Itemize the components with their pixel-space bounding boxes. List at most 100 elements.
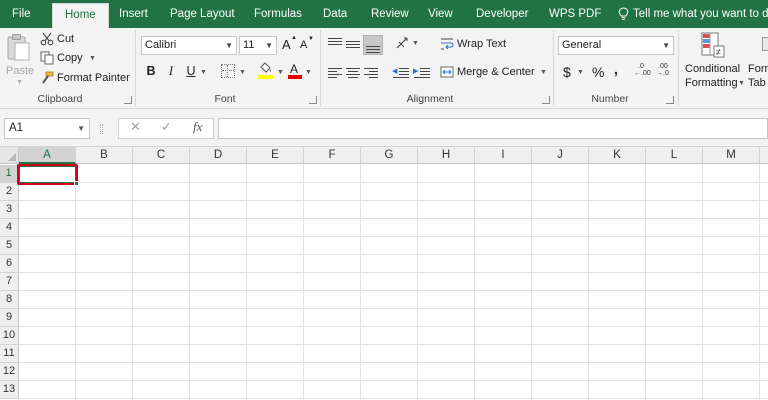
font-color-button[interactable]: A [288,62,302,80]
row-header-13[interactable]: 13 [0,381,19,399]
column-header-e[interactable]: E [247,147,304,164]
clipboard-dialog-launcher[interactable] [124,96,132,104]
spreadsheet-grid[interactable]: A B C D E F G H I J K L M 1 2 3 4 5 6 7 … [0,147,768,400]
tab-file[interactable]: File [12,0,31,28]
row-header-12[interactable]: 12 [0,363,19,381]
increase-decimal-button[interactable]: .0 ←.00 [634,63,652,81]
format-as-table-button[interactable]: Form Tab [748,31,768,91]
fill-color-dropdown-caret[interactable]: ▼ [277,69,284,76]
row-header-8[interactable]: 8 [0,291,19,309]
decrease-decimal-button[interactable]: .00 →.0 [656,63,674,81]
percent-style-button[interactable]: % [592,64,604,80]
formula-input[interactable] [218,118,768,139]
format-painter-button[interactable]: Format Painter [40,70,130,87]
accounting-format-button[interactable]: $ [563,64,571,80]
borders-button[interactable] [221,64,235,78]
tab-insert[interactable]: Insert [119,0,148,28]
column-header-h[interactable]: H [418,147,475,164]
number-format-value: General [562,39,602,51]
confirm-entry-button[interactable]: ✓ [161,119,172,135]
orientation-button[interactable]: ▼ [395,36,419,52]
text-orientation-icon [396,37,408,49]
column-header-l[interactable]: L [646,147,703,164]
tell-me-search[interactable]: Tell me what you want to do... [618,0,768,28]
conditional-formatting-button[interactable]: ≠ Conditional Formatting ▼ [682,31,745,91]
align-center-button[interactable] [345,65,361,81]
increase-font-size-button[interactable]: A ▲ [282,35,297,53]
column-header-a[interactable]: A [19,147,76,164]
font-color-label: A [290,62,299,76]
cut-button[interactable]: Cut [40,31,92,48]
active-cell-a1[interactable] [17,164,79,186]
row-header-9[interactable]: 9 [0,309,19,327]
select-all-button[interactable] [0,147,19,164]
bold-button[interactable]: B [144,64,158,78]
underline-dropdown-caret[interactable]: ▼ [200,69,207,76]
tab-data[interactable]: Data [323,0,347,28]
row-header-7[interactable]: 7 [0,273,19,291]
align-left-button[interactable] [327,65,343,81]
underline-button[interactable]: U [184,64,198,78]
resize-handle[interactable] [100,124,103,134]
borders-dropdown-caret[interactable]: ▼ [239,69,246,76]
row-header-4[interactable]: 4 [0,219,19,237]
name-box[interactable]: A1 ▼ [4,118,90,139]
insert-function-button[interactable]: fx [193,119,202,135]
font-size-select[interactable]: 11 ▼ [239,36,277,55]
tab-developer[interactable]: Developer [476,0,528,28]
tab-view[interactable]: View [428,0,453,28]
italic-button[interactable]: I [164,64,178,79]
row-header-3[interactable]: 3 [0,201,19,219]
row-header-6[interactable]: 6 [0,255,19,273]
alignment-dialog-launcher[interactable] [542,96,550,104]
column-header-k[interactable]: K [589,147,646,164]
column-header-m[interactable]: M [703,147,760,164]
arrow-left-icon: ◀ [392,68,398,75]
format-as-table-icon [762,37,768,51]
gridline [19,182,768,183]
column-header-g[interactable]: G [361,147,418,164]
row-header-2[interactable]: 2 [0,183,19,201]
font-color-dropdown-caret[interactable]: ▼ [305,69,312,76]
number-dialog-launcher[interactable] [666,96,674,104]
column-header-f[interactable]: F [304,147,361,164]
font-family-select[interactable]: Calibri ▼ [141,36,237,55]
bottom-align-button[interactable] [363,35,383,55]
tab-wps-pdf[interactable]: WPS PDF [549,0,601,28]
row-header-5[interactable]: 5 [0,237,19,255]
column-header-d[interactable]: D [190,147,247,164]
row-header-11[interactable]: 11 [0,345,19,363]
middle-align-button[interactable] [345,36,361,52]
tab-home[interactable]: Home [52,3,109,28]
cancel-entry-button[interactable]: ✕ [130,119,141,135]
comma-style-button[interactable]: , [614,61,618,77]
accounting-dropdown-caret[interactable]: ▼ [577,69,584,76]
tab-page-layout[interactable]: Page Layout [170,0,235,28]
tab-formulas[interactable]: Formulas [254,0,302,28]
row-header-10[interactable]: 10 [0,327,19,345]
column-header-b[interactable]: B [76,147,133,164]
column-header-i[interactable]: I [475,147,532,164]
merge-center-button[interactable]: Merge & Center ▼ [440,64,550,82]
paste-button[interactable]: Paste ▼ [5,31,34,87]
increase-indent-button[interactable]: ▶ [413,65,431,81]
ribbon-tab-bar: File Home Insert Page Layout Formulas Da… [0,0,768,28]
copy-button[interactable]: Copy ▼ [40,50,100,67]
formula-bar: A1 ▼ ✕ ✓ fx [0,109,768,147]
decrease-font-size-button[interactable]: A ▼ [300,36,314,53]
gridline [19,254,768,255]
decrease-indent-button[interactable]: ◀ [392,65,410,81]
wrap-text-button[interactable]: Wrap Text [440,36,520,54]
conditional-formatting-label-1: Conditional [685,63,741,75]
column-header-c[interactable]: C [133,147,190,164]
tab-review[interactable]: Review [371,0,409,28]
font-dialog-launcher[interactable] [309,96,317,104]
number-format-select[interactable]: General ▼ [558,36,674,55]
top-align-button[interactable] [327,36,343,52]
fill-color-button[interactable] [258,62,274,80]
align-right-button[interactable] [363,65,379,81]
fill-handle[interactable] [74,181,79,186]
column-header-j[interactable]: J [532,147,589,164]
alignment-group-label: Alignment [406,93,454,105]
column-header-n[interactable] [760,147,768,164]
